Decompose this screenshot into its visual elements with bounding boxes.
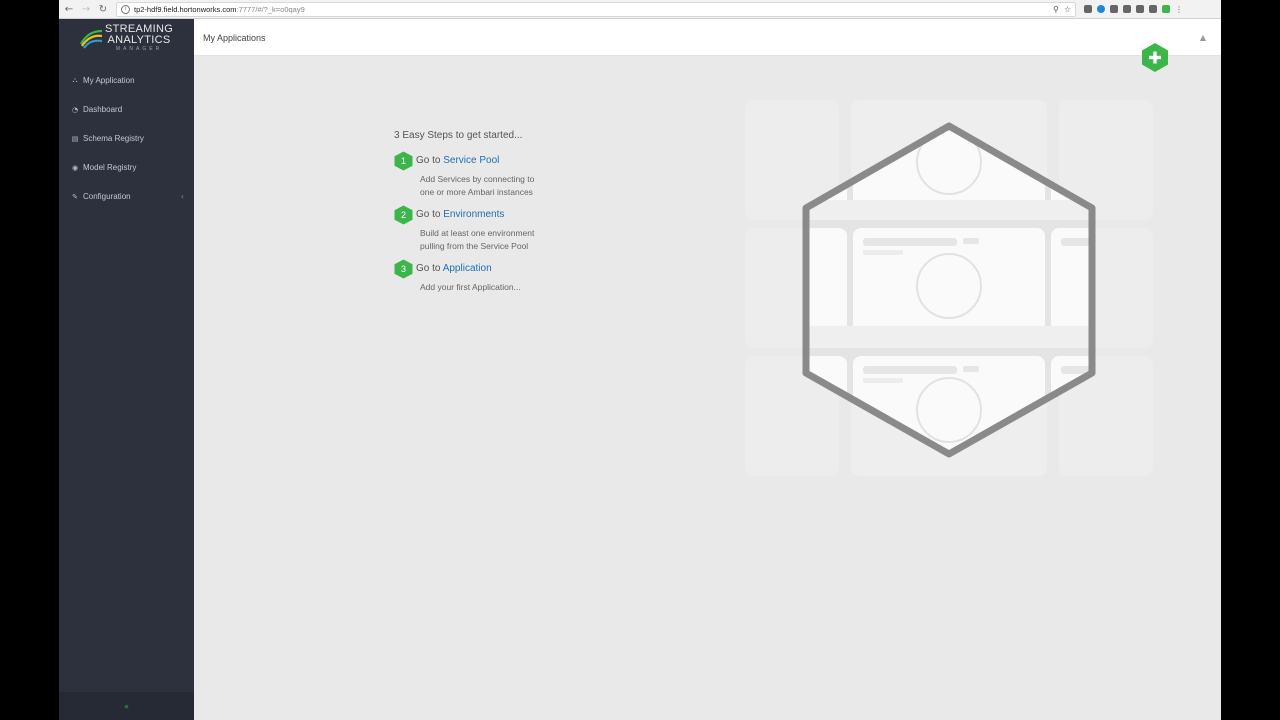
brand-line-1: STREAMING — [105, 22, 174, 35]
sitemap-icon: ⛬ — [72, 76, 78, 84]
step-number: 3 — [400, 264, 406, 274]
step-title: Go to Service Pool — [416, 155, 614, 167]
sidebar-item-my-application[interactable]: ⛬ My Application — [59, 66, 194, 95]
extension-icons: ⋮ — [1084, 5, 1183, 14]
step-title: Go to Application — [416, 263, 614, 275]
sidebar-menu: ⛬ My Application ◔ Dashboard ▤ Schema Re… — [59, 66, 194, 211]
extension-icon[interactable] — [1123, 5, 1131, 13]
sidebar-item-label: Dashboard — [83, 105, 123, 114]
step-prefix: Go to — [416, 263, 441, 274]
brand-line-2: ANALYTICS — [107, 33, 171, 46]
collapse-sidebar-button[interactable]: « — [59, 692, 194, 720]
extension-icon[interactable] — [1136, 5, 1144, 13]
brand-line-3: MANAGER — [115, 45, 163, 52]
application-link[interactable]: Application — [443, 263, 492, 274]
reload-icon[interactable]: ↻ — [96, 2, 110, 16]
step-description-line: one or more Ambari instances — [420, 187, 533, 197]
extension-icon[interactable] — [1149, 5, 1157, 13]
step-item: 1 Go to Service Pool Add Services by con… — [394, 151, 614, 199]
sidebar-item-label: Model Registry — [83, 163, 137, 172]
browser-toolbar: ← → ↻ i tp2-hdf9.field.hortonworks.com:7… — [59, 0, 1221, 19]
back-icon[interactable]: ← — [62, 2, 76, 16]
menu-kebab-icon[interactable]: ⋮ — [1175, 5, 1183, 14]
steps-heading: 3 Easy Steps to get started... — [394, 130, 523, 141]
step-description-line: Add your first Application... — [420, 282, 521, 292]
bookmark-star-icon[interactable]: ☆ — [1064, 5, 1071, 14]
wrench-icon: ✎ — [72, 192, 78, 201]
step-description-line: pulling from the Service Pool — [420, 241, 529, 251]
extension-icon[interactable] — [1084, 5, 1092, 13]
step-description-line: Build at least one environment — [420, 228, 535, 238]
extension-icon[interactable] — [1097, 5, 1105, 13]
top-header: My Applications ▲ — [194, 19, 1221, 56]
step-prefix: Go to — [416, 155, 441, 166]
url-path: :7777/#/?_k=o0qay9 — [236, 4, 305, 14]
step-prefix: Go to — [416, 209, 441, 220]
double-chevron-left-icon: « — [124, 701, 129, 711]
extension-icon[interactable] — [1110, 5, 1118, 13]
sidebar: STREAMING ANALYTICS MANAGER ⛬ My Applica… — [59, 19, 194, 720]
sidebar-item-label: Schema Registry — [83, 134, 144, 143]
step-item: 2 Go to Environments Build at least one … — [394, 205, 614, 253]
sidebar-item-dashboard[interactable]: ◔ Dashboard — [59, 95, 194, 124]
chevron-left-icon[interactable]: ‹ — [181, 192, 184, 201]
step-number: 2 — [400, 210, 406, 220]
step-description: Build at least one environment pulling f… — [416, 227, 614, 253]
file-icon: ▤ — [71, 134, 79, 143]
step-description: Add Services by connecting to one or mor… — [416, 173, 614, 199]
brand-swoosh-icon — [79, 27, 103, 49]
sidebar-item-schema-registry[interactable]: ▤ Schema Registry — [59, 124, 194, 153]
sidebar-item-configuration[interactable]: ✎ Configuration ‹ — [59, 182, 194, 211]
empty-state-illustration — [739, 90, 1159, 490]
step-title: Go to Environments — [416, 209, 614, 221]
url-host: tp2-hdf9.field.hortonworks.com — [134, 4, 237, 14]
user-icon[interactable]: ▲ — [1200, 33, 1206, 42]
step-item: 3 Go to Application Add your first Appli… — [394, 259, 614, 294]
extension-icon[interactable] — [1162, 5, 1170, 13]
sidebar-item-model-registry[interactable]: ◉ Model Registry — [59, 153, 194, 182]
address-bar[interactable]: i tp2-hdf9.field.hortonworks.com:7777/#/… — [116, 1, 1076, 17]
app-window: ← → ↻ i tp2-hdf9.field.hortonworks.com:7… — [59, 0, 1221, 720]
service-pool-link[interactable]: Service Pool — [443, 155, 499, 166]
brand-logo[interactable]: STREAMING ANALYTICS MANAGER — [59, 19, 194, 56]
sidebar-item-label: Configuration — [83, 192, 131, 201]
step-description: Add your first Application... — [416, 281, 614, 294]
zoom-icon[interactable]: ⚲ — [1053, 5, 1059, 14]
page-title: My Applications — [203, 33, 266, 43]
getting-started-panel: 3 Easy Steps to get started... 1 Go to S… — [394, 130, 614, 304]
forward-icon[interactable]: → — [79, 2, 93, 16]
environments-link[interactable]: Environments — [443, 209, 504, 220]
sidebar-item-label: My Application — [83, 76, 135, 85]
step-description-line: Add Services by connecting to — [420, 174, 535, 184]
add-application-button[interactable] — [1141, 42, 1169, 73]
cube-icon: ◉ — [71, 163, 79, 172]
info-icon[interactable]: i — [121, 4, 130, 14]
dashboard-icon: ◔ — [71, 105, 79, 114]
step-number: 1 — [400, 156, 406, 166]
